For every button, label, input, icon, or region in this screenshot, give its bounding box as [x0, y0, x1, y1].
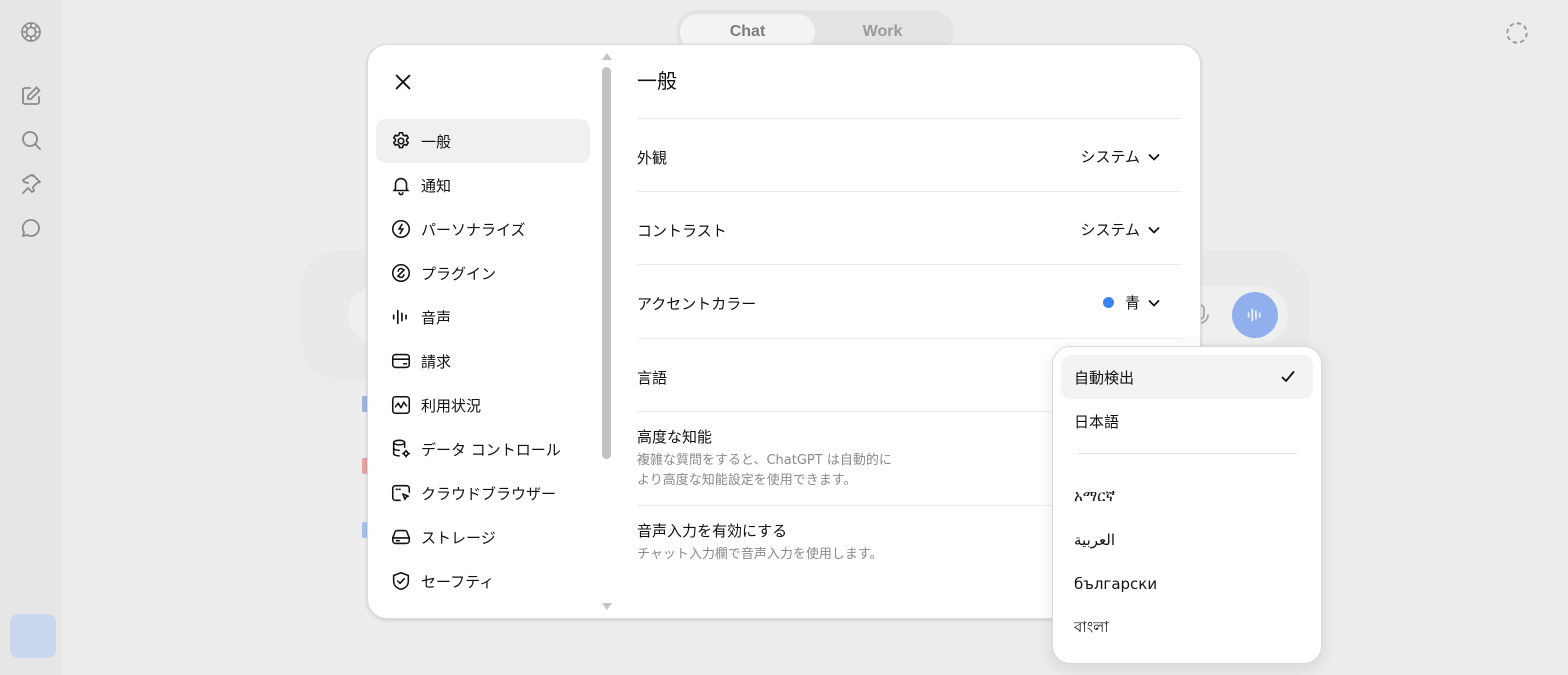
contrast-dropdown[interactable]: システム: [1080, 219, 1162, 240]
close-icon: [395, 74, 411, 90]
settings-nav-label: 音声: [421, 308, 452, 327]
settings-nav-label: 請求: [421, 352, 452, 371]
close-button[interactable]: [390, 69, 416, 95]
temporary-chat-icon[interactable]: [1504, 20, 1530, 46]
pin-icon[interactable]: [19, 172, 43, 196]
chevron-down-icon: [1146, 222, 1162, 238]
scroll-thumb[interactable]: [602, 67, 611, 459]
waveform-icon: [390, 306, 412, 328]
accent-color-label: アクセントカラー: [637, 295, 757, 313]
settings-nav-item-voice[interactable]: 音声: [376, 295, 590, 339]
personalize-icon: [390, 218, 412, 240]
bell-icon: [390, 174, 412, 196]
settings-nav-item-notifications[interactable]: 通知: [376, 163, 590, 207]
language-option-amharic[interactable]: አማርኛ: [1061, 474, 1313, 518]
usage-chart-icon: [390, 394, 412, 416]
advanced-intelligence-label: 高度な知能: [637, 428, 713, 446]
language-option-japanese[interactable]: 日本語: [1061, 399, 1313, 443]
database-gear-icon: [390, 438, 412, 460]
new-chat-icon[interactable]: [19, 84, 43, 108]
divider: [637, 118, 1182, 119]
advanced-intelligence-description: 複雑な質問をすると、ChatGPT は自動的により高度な知能設定を使用できます。: [637, 453, 892, 488]
settings-nav-item-general[interactable]: 一般: [376, 119, 590, 163]
language-dropdown-menu: 自動検出 日本語 አማርኛ العربية български বাংলা: [1052, 346, 1322, 664]
openai-logo-icon[interactable]: [19, 20, 43, 44]
settings-nav-label: 一般: [421, 132, 452, 151]
settings-nav-label: クラウドブラウザー: [421, 484, 557, 503]
page-title: 一般: [637, 69, 677, 93]
divider: [637, 191, 1182, 192]
waveform-icon: [1247, 308, 1261, 322]
settings-nav-label: プラグイン: [421, 264, 497, 283]
language-option-label: አማርኛ: [1074, 487, 1116, 505]
language-option-arabic[interactable]: العربية: [1061, 518, 1313, 562]
storage-icon: [390, 526, 412, 548]
language-option-label: 日本語: [1074, 412, 1120, 431]
settings-nav-label: データ コントロール: [421, 440, 561, 459]
scroll-down-arrow[interactable]: [602, 603, 612, 610]
language-label: 言語: [637, 369, 668, 387]
language-option-label: 自動検出: [1074, 368, 1135, 387]
language-option-bulgarian[interactable]: български: [1061, 562, 1313, 606]
divider: [637, 338, 1182, 339]
settings-nav-item-storage[interactable]: ストレージ: [376, 515, 590, 559]
settings-nav-label: ストレージ: [421, 528, 496, 547]
scroll-up-arrow[interactable]: [602, 53, 612, 60]
shield-check-icon: [390, 570, 412, 592]
voice-mode-button[interactable]: [1232, 292, 1278, 338]
checkmark-icon: [1279, 368, 1297, 386]
voice-input-label: 音声入力を有効にする: [637, 522, 788, 540]
dropdown-separator: [1077, 453, 1297, 454]
chevron-down-icon: [1146, 295, 1162, 311]
settings-nav-item-safety[interactable]: セーフティ: [376, 559, 590, 603]
accent-color-swatch: [1102, 297, 1114, 308]
settings-nav-label: 利用状況: [421, 396, 482, 415]
settings-nav-label: 通知: [421, 176, 452, 195]
chat-bubble-icon[interactable]: [19, 216, 43, 240]
contrast-value: システム: [1080, 221, 1140, 239]
settings-nav-scrollbar[interactable]: [600, 51, 614, 616]
divider: [637, 264, 1182, 265]
search-icon[interactable]: [19, 128, 43, 152]
settings-nav-item-personalize[interactable]: パーソナライズ: [376, 207, 590, 251]
appearance-value: システム: [1080, 148, 1140, 166]
gear-icon: [390, 130, 412, 152]
language-option-label: বাংলা: [1074, 617, 1109, 636]
language-option-label: български: [1074, 575, 1158, 593]
chevron-down-icon: [1146, 149, 1162, 165]
accent-color-value: 青: [1124, 294, 1140, 312]
appearance-label: 外観: [637, 149, 668, 167]
settings-nav-label: パーソナライズ: [421, 220, 526, 239]
settings-nav-item-plugins[interactable]: プラグイン: [376, 251, 590, 295]
settings-nav-item-billing[interactable]: 請求: [376, 339, 590, 383]
language-option-label: العربية: [1074, 531, 1115, 549]
card-icon: [390, 350, 412, 372]
settings-nav: 一般 通知 パーソナライズ プラグイン 音声 請求 利用状況 データ コントロー…: [376, 119, 590, 619]
language-option-bengali[interactable]: বাংলা: [1061, 606, 1313, 650]
settings-nav-item-usage[interactable]: 利用状況: [376, 383, 590, 427]
accent-color-dropdown[interactable]: 青: [1102, 292, 1162, 313]
appearance-dropdown[interactable]: システム: [1080, 146, 1162, 167]
settings-nav-label: セーフティ: [421, 572, 495, 591]
language-option-auto-detect[interactable]: 自動検出: [1061, 355, 1313, 399]
settings-nav-item-data-controls[interactable]: データ コントロール: [376, 427, 590, 471]
plugin-icon: [390, 262, 412, 284]
avatar[interactable]: [10, 614, 56, 658]
voice-input-description: チャット入力欄で音声入力を使用します。: [637, 547, 883, 562]
cloud-browser-icon: [390, 482, 412, 504]
left-sidebar: [0, 0, 62, 675]
settings-nav-item-cloud-browser[interactable]: クラウドブラウザー: [376, 471, 590, 515]
contrast-label: コントラスト: [637, 222, 727, 240]
